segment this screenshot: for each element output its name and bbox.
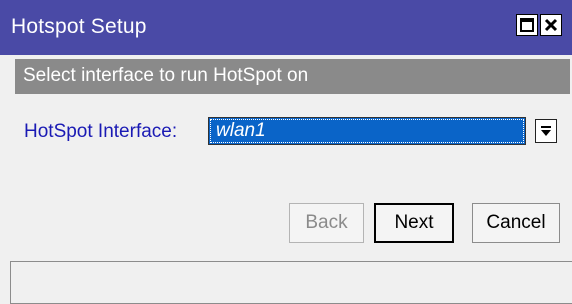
window-title: Hotspot Setup [11, 15, 147, 38]
hotspot-setup-window: Hotspot Setup Select interface to run Ho… [0, 0, 572, 304]
maximize-button[interactable] [516, 14, 538, 36]
next-button[interactable]: Next [374, 203, 454, 243]
section-header: Select interface to run HotSpot on [15, 59, 570, 94]
dropdown-arrow-icon [541, 126, 551, 136]
interface-value: wlan1 [216, 120, 266, 141]
back-button[interactable]: Back [289, 203, 364, 243]
interface-label: HotSpot Interface: [24, 121, 178, 142]
title-bar[interactable]: Hotspot Setup [0, 0, 572, 55]
section-heading: Select interface to run HotSpot on [23, 65, 309, 86]
cancel-button[interactable]: Cancel [472, 203, 560, 243]
close-button[interactable] [540, 14, 562, 36]
interface-dropdown-button[interactable] [535, 119, 557, 143]
close-icon [544, 18, 558, 32]
maximize-icon [520, 18, 534, 32]
status-bar [10, 261, 572, 304]
interface-select[interactable]: wlan1 [208, 117, 526, 145]
